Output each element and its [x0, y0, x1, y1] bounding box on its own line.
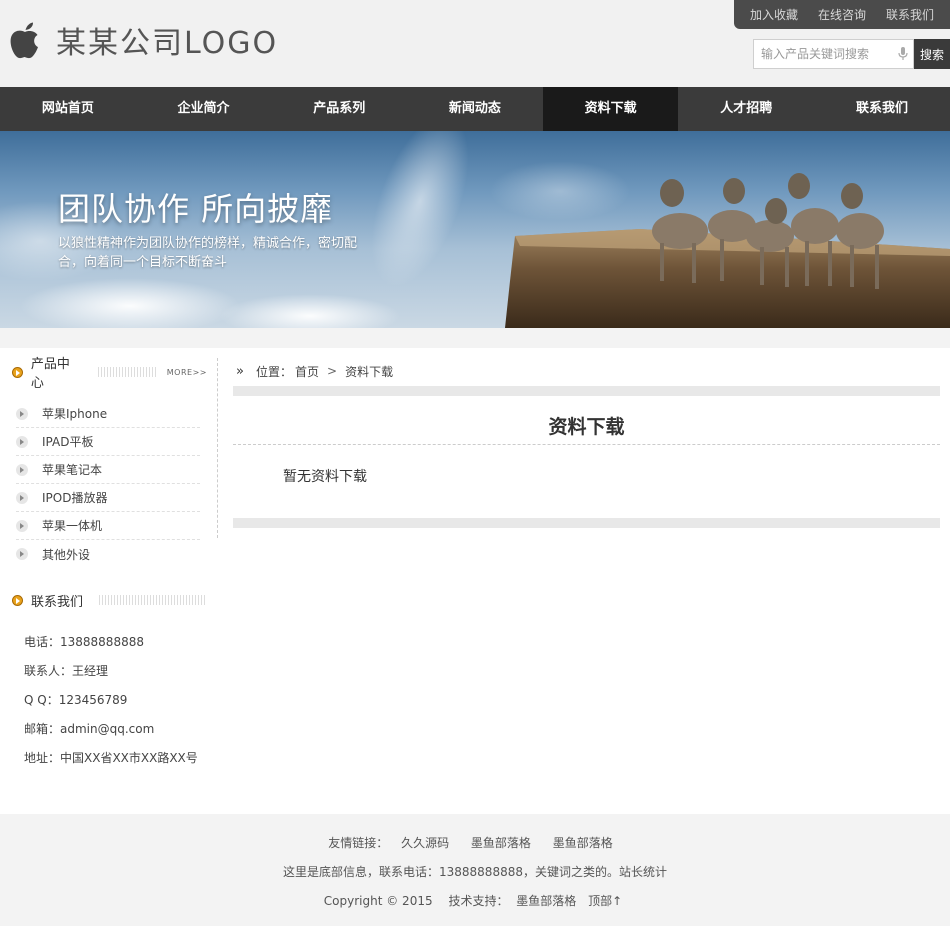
contact-phone: 电话：13888888888 — [24, 635, 144, 649]
breadcrumb: » 位置： 首页 > 资料下载 — [233, 361, 393, 381]
search-box — [753, 39, 914, 69]
copyright-text: Copyright © 2015 — [323, 894, 433, 908]
main-nav: 网站首页 企业简介 产品系列 新闻动态 资料下载 人才招聘 联系我们 — [0, 87, 950, 131]
top-gray-bar — [233, 386, 940, 396]
list-item[interactable]: IPOD播放器 — [16, 484, 200, 512]
sidebar: 产品中心 MORE>> 苹果Iphone IPAD平板 苹果笔记本 IPOD播放… — [0, 348, 218, 796]
nav-item-downloads[interactable]: 资料下载 — [542, 87, 679, 131]
contact-email: 邮箱：admin@qq.com — [24, 722, 155, 736]
nav-item-contact[interactable]: 联系我们 — [814, 87, 950, 131]
site-header: 某某公司LOGO 加入收藏 在线咨询 联系我们 搜索 — [0, 0, 950, 87]
contact-person: 联系人：王经理 — [24, 664, 109, 678]
banner-subtitle: 以狼性精神作为团队协作的榜样，精诚合作，密切配合，向着同一个目标不断奋斗 — [58, 236, 358, 270]
main-content: » 位置： 首页 > 资料下载 资料下载 暂无资料下载 — [233, 348, 940, 796]
top-links: 加入收藏 在线咨询 联系我们 — [734, 0, 950, 29]
nav-item-home[interactable]: 网站首页 — [0, 87, 136, 131]
arrow-right-icon — [16, 435, 28, 448]
contact-title: 联系我们 — [31, 594, 84, 610]
support-label: 技术支持： — [448, 894, 509, 908]
contact-qq: Q Q：123456789 — [24, 693, 128, 707]
product-center-heading: 产品中心 MORE>> — [12, 357, 207, 391]
empty-message: 暂无资料下载 — [283, 469, 367, 485]
friend-link[interactable]: 墨鱼部落格 — [471, 836, 531, 850]
list-item[interactable]: IPAD平板 — [16, 428, 200, 456]
friend-link[interactable]: 久久源码 — [401, 836, 449, 850]
search-input[interactable] — [754, 40, 893, 68]
logo[interactable]: 某某公司LOGO — [8, 20, 279, 61]
arrow-right-icon — [16, 548, 28, 560]
nav-item-jobs[interactable]: 人才招聘 — [678, 87, 814, 131]
breadcrumb-home[interactable]: 首页 — [295, 363, 319, 380]
nav-item-news[interactable]: 新闻动态 — [407, 87, 543, 131]
breadcrumb-separator: > — [327, 364, 338, 378]
title-divider — [233, 444, 940, 445]
friend-links: 友情链接： 久久源码 墨鱼部落格 墨鱼部落格 — [0, 834, 950, 851]
bullet-arrow-icon — [12, 594, 23, 606]
product-list: 苹果Iphone IPAD平板 苹果笔记本 IPOD播放器 苹果一体机 其他外设 — [16, 400, 200, 568]
page-title: 资料下载 — [548, 416, 625, 438]
breadcrumb-label: 位置： — [256, 364, 293, 379]
back-to-top-link[interactable]: 顶部↑ — [588, 894, 622, 908]
contact-heading: 联系我们 — [12, 590, 207, 610]
contact-address: 地址：中国XX省XX市XX路XX号 — [24, 751, 198, 765]
search-bar: 搜索 — [753, 39, 950, 69]
support-link[interactable]: 墨鱼部落格 — [516, 894, 576, 908]
contact-info: 电话：13888888888 联系人：王经理 Q Q：123456789 邮箱：… — [24, 628, 214, 773]
bullet-arrow-icon — [12, 366, 23, 378]
microphone-icon[interactable] — [893, 40, 913, 68]
list-item[interactable]: 其他外设 — [16, 540, 200, 568]
banner-title: 团队协作 所向披靡 — [58, 190, 334, 228]
arrow-right-icon — [16, 491, 28, 504]
footer-copyright: Copyright © 2015 技术支持： 墨鱼部落格 顶部↑ — [0, 892, 950, 909]
list-item[interactable]: 苹果一体机 — [16, 512, 200, 540]
apple-logo-icon — [10, 22, 38, 59]
list-item[interactable]: 苹果笔记本 — [16, 456, 200, 484]
nav-item-about[interactable]: 企业简介 — [136, 87, 272, 131]
heading-dots — [99, 595, 206, 605]
friend-links-label: 友情链接： — [328, 836, 389, 850]
contact-us-link[interactable]: 联系我们 — [886, 6, 934, 23]
arrow-right-icon — [16, 407, 28, 420]
more-link[interactable]: MORE>> — [167, 368, 207, 377]
nav-item-products[interactable]: 产品系列 — [271, 87, 407, 131]
bottom-gray-bar — [233, 518, 940, 528]
product-center-title: 产品中心 — [30, 357, 70, 391]
list-item[interactable]: 苹果Iphone — [16, 400, 200, 428]
friend-link[interactable]: 墨鱼部落格 — [553, 836, 613, 850]
add-favorite-link[interactable]: 加入收藏 — [750, 6, 798, 23]
arrow-right-icon — [16, 463, 28, 476]
arrow-right-icon — [16, 519, 28, 532]
divider-bar — [0, 328, 950, 348]
logo-text: 某某公司LOGO — [56, 26, 279, 61]
online-consult-link[interactable]: 在线咨询 — [818, 6, 866, 23]
search-button[interactable]: 搜索 — [914, 39, 950, 69]
heading-dots — [97, 367, 157, 377]
site-footer: 友情链接： 久久源码 墨鱼部落格 墨鱼部落格 这里是底部信息，联系电话：1388… — [0, 796, 950, 926]
double-chevron-icon: » — [236, 363, 244, 379]
breadcrumb-current[interactable]: 资料下载 — [345, 363, 393, 380]
hero-banner: 团队协作 所向披靡 以狼性精神作为团队协作的榜样，精诚合作，密切配合，向着同一个… — [0, 131, 950, 328]
footer-info: 这里是底部信息，联系电话：13888888888，关键词之类的。站长统计 — [283, 865, 667, 879]
